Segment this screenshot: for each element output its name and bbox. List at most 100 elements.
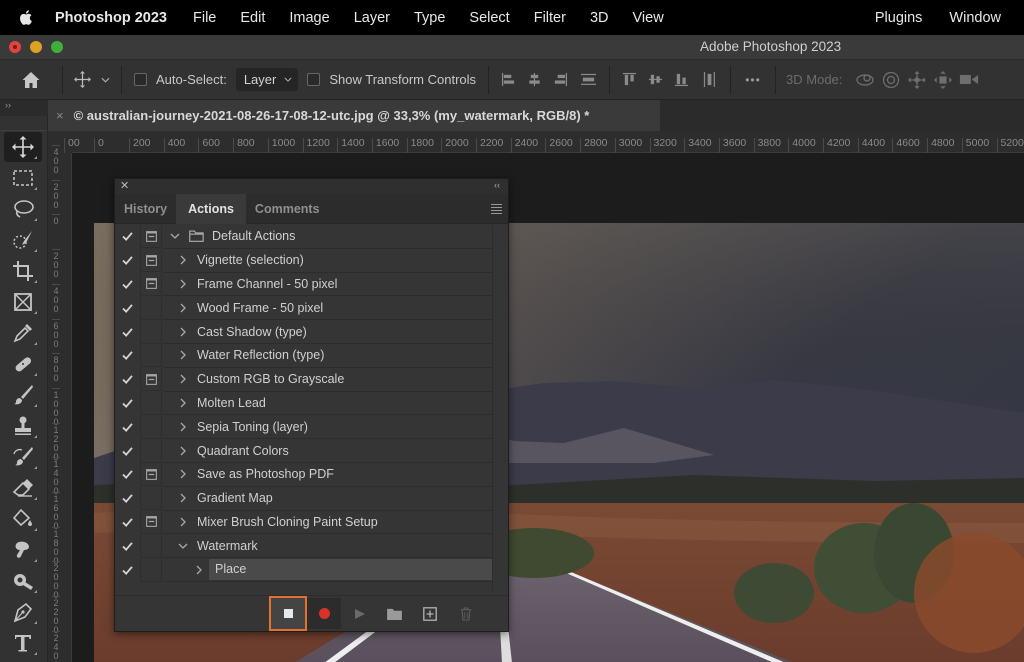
window-minimize-button[interactable]: [30, 41, 42, 53]
chevron-down-icon[interactable]: [177, 543, 189, 549]
menu-app-name[interactable]: Photoshop 2023: [55, 10, 167, 26]
chevron-right-icon[interactable]: [177, 493, 189, 503]
document-tab[interactable]: × © australian-journey-2021-08-26-17-08-…: [48, 100, 660, 131]
menu-type[interactable]: Type: [414, 10, 445, 26]
action-row[interactable]: Cast Shadow (type): [115, 320, 492, 344]
dodge-tool[interactable]: [4, 566, 42, 596]
align-top-edges-button[interactable]: [616, 65, 642, 95]
action-row[interactable]: Molten Lead: [115, 391, 492, 416]
toggle-dialog-icon[interactable]: [140, 534, 162, 558]
action-row[interactable]: Custom RGB to Grayscale: [115, 368, 492, 392]
more-options-button[interactable]: •••: [737, 65, 769, 95]
chevron-right-icon[interactable]: [177, 398, 189, 408]
crop-tool[interactable]: [4, 256, 42, 286]
history-brush-tool[interactable]: [4, 442, 42, 472]
begin-recording-button[interactable]: [307, 598, 341, 629]
chevron-right-icon[interactable]: [177, 422, 189, 432]
action-row[interactable]: Mixer Brush Cloning Paint Setup: [115, 510, 492, 535]
action-item[interactable]: Sepia Toning (layer): [163, 415, 492, 440]
3d-pan-button[interactable]: [904, 65, 930, 95]
action-item[interactable]: Frame Channel - 50 pixel: [163, 273, 492, 297]
chevron-right-icon[interactable]: [177, 279, 189, 289]
chevron-right-icon[interactable]: [177, 255, 189, 265]
chevron-right-icon[interactable]: [177, 469, 189, 479]
create-new-action-button[interactable]: [413, 598, 447, 629]
actions-scrollbar[interactable]: [492, 225, 508, 591]
toggle-item-checkbox[interactable]: [115, 494, 140, 504]
chevron-right-icon[interactable]: [177, 350, 189, 360]
tool-preset-dropdown[interactable]: [95, 65, 115, 95]
toggle-item-checkbox[interactable]: [115, 565, 140, 575]
auto-select-target-dropdown[interactable]: Layer: [235, 68, 299, 91]
frame-tool[interactable]: [4, 287, 42, 317]
show-transform-controls-checkbox[interactable]: [307, 73, 321, 86]
action-row[interactable]: Water Reflection (type): [115, 344, 492, 368]
close-panel-icon[interactable]: ✕: [120, 179, 129, 192]
tab-history[interactable]: History: [115, 194, 176, 224]
action-item[interactable]: Place: [163, 558, 492, 582]
brush-tool[interactable]: [4, 380, 42, 410]
toolbar-collapse-toggle[interactable]: ››: [0, 100, 48, 116]
menu-plugins[interactable]: Plugins: [875, 10, 923, 26]
menu-filter[interactable]: Filter: [534, 10, 566, 26]
apple-icon[interactable]: [19, 9, 39, 26]
distribute-vertical-button[interactable]: [573, 65, 603, 95]
toggle-item-checkbox[interactable]: [115, 280, 140, 289]
toggle-dialog-icon[interactable]: [140, 558, 162, 582]
action-item[interactable]: Default Actions: [163, 225, 492, 249]
action-row[interactable]: Quadrant Colors: [115, 439, 492, 463]
smudge-tool[interactable]: [4, 535, 42, 565]
lasso-tool[interactable]: [4, 194, 42, 224]
close-tab-icon[interactable]: ×: [56, 108, 64, 123]
toggle-dialog-icon[interactable]: [140, 320, 162, 344]
toggle-item-checkbox[interactable]: [115, 518, 140, 527]
tab-comments[interactable]: Comments: [246, 194, 329, 224]
distribute-horizontal-button[interactable]: [694, 65, 724, 95]
action-item[interactable]: Molten Lead: [163, 392, 492, 416]
action-item[interactable]: Custom RGB to Grayscale: [163, 368, 492, 392]
healing-brush-tool[interactable]: [4, 349, 42, 379]
action-row[interactable]: Save as Photoshop PDF: [115, 463, 492, 487]
move-tool[interactable]: [4, 132, 42, 162]
tab-actions[interactable]: Actions: [176, 194, 246, 224]
chevron-right-icon[interactable]: [177, 327, 189, 337]
action-item[interactable]: Vignette (selection): [163, 249, 492, 273]
action-row[interactable]: Vignette (selection): [115, 249, 492, 273]
chevron-right-icon[interactable]: [177, 374, 189, 384]
create-new-set-button[interactable]: [377, 598, 411, 629]
stop-recording-button[interactable]: [269, 596, 307, 631]
auto-select-checkbox[interactable]: [134, 73, 147, 86]
window-close-button[interactable]: [9, 41, 21, 53]
toggle-dialog-icon[interactable]: [140, 439, 162, 463]
action-set-row[interactable]: Default Actions: [115, 225, 492, 249]
collapse-panel-icon[interactable]: ‹‹: [494, 180, 500, 190]
action-row[interactable]: Sepia Toning (layer): [115, 415, 492, 440]
align-horizontal-centers-button[interactable]: [521, 65, 547, 95]
align-right-edges-button[interactable]: [547, 65, 573, 95]
action-item[interactable]: Mixer Brush Cloning Paint Setup: [163, 511, 492, 535]
pen-tool[interactable]: [4, 597, 42, 627]
toggle-item-checkbox[interactable]: [115, 446, 140, 456]
menu-window[interactable]: Window: [949, 10, 1001, 26]
home-button[interactable]: [6, 65, 56, 95]
toggle-dialog-icon[interactable]: [140, 463, 162, 487]
action-item[interactable]: Cast Shadow (type): [163, 320, 492, 344]
toggle-dialog-icon[interactable]: [140, 296, 162, 320]
toggle-dialog-icon[interactable]: [140, 249, 162, 273]
window-maximize-button[interactable]: [51, 41, 63, 53]
clone-stamp-tool[interactable]: [4, 411, 42, 441]
toggle-item-checkbox[interactable]: [115, 327, 140, 337]
toggle-dialog-icon[interactable]: [140, 510, 162, 534]
align-left-edges-button[interactable]: [495, 65, 521, 95]
action-item[interactable]: Water Reflection (type): [163, 344, 492, 368]
menu-image[interactable]: Image: [289, 10, 329, 26]
3d-roll-button[interactable]: [878, 65, 904, 95]
paint-bucket-tool[interactable]: [4, 504, 42, 534]
action-item[interactable]: Gradient Map: [163, 487, 492, 511]
action-row[interactable]: Gradient Map: [115, 487, 492, 511]
vertical-ruler[interactable]: 400 200 0 200 400 600 800 1000 1200 1400 1600 1800 2…: [48, 145, 72, 662]
align-bottom-edges-button[interactable]: [668, 65, 694, 95]
menu-3d[interactable]: 3D: [590, 10, 609, 26]
action-row[interactable]: Watermark: [115, 534, 492, 559]
toggle-item-checkbox[interactable]: [115, 375, 140, 385]
